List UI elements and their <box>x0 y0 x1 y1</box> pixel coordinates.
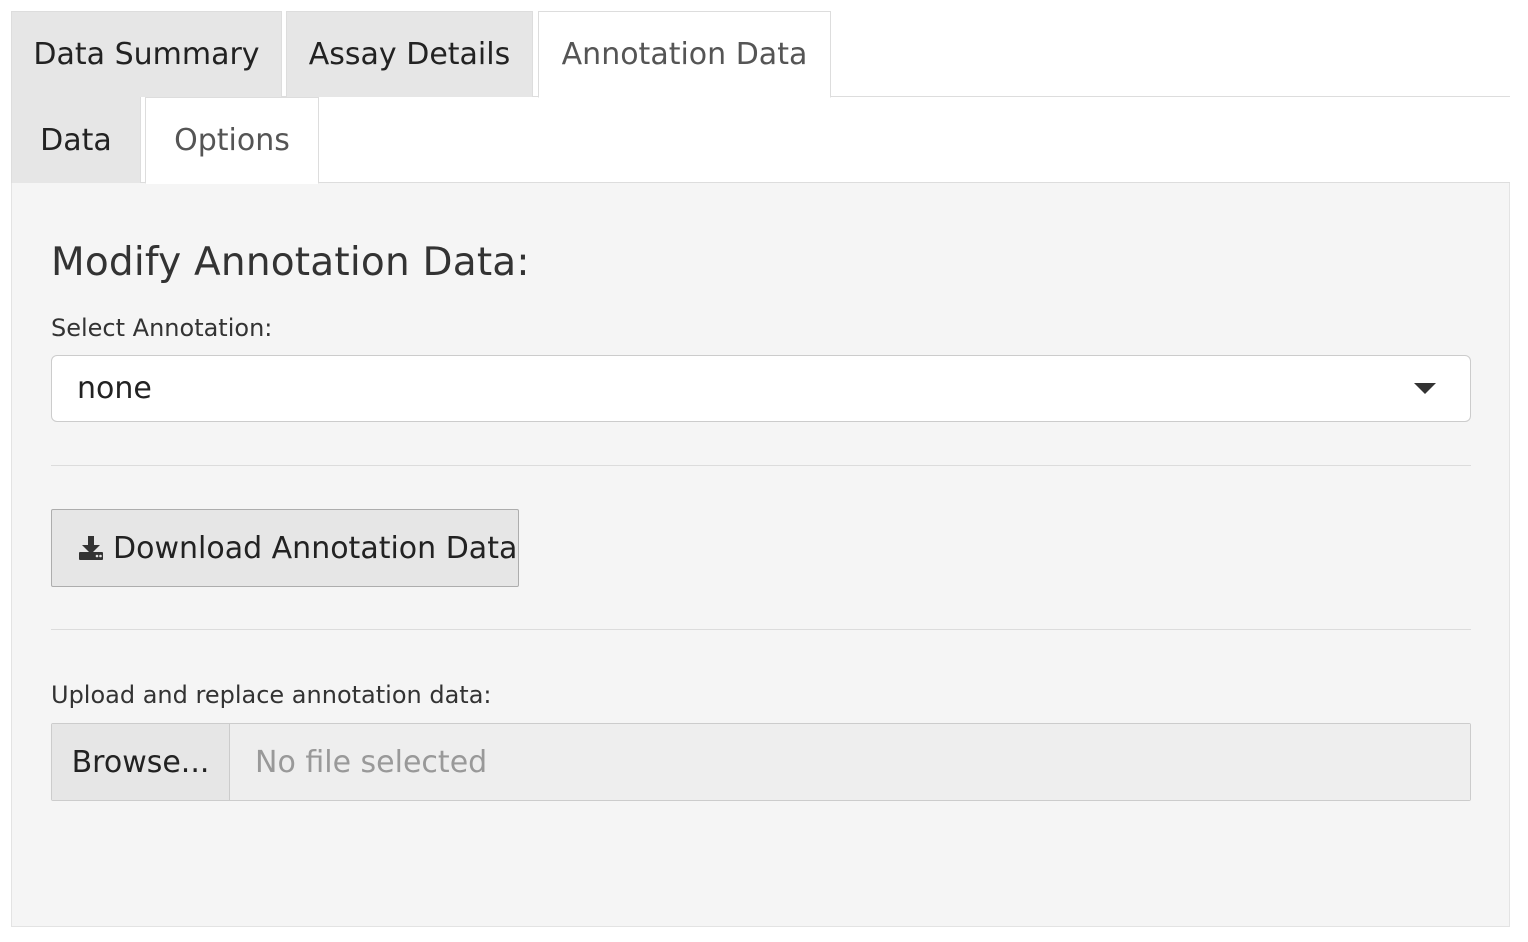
panel-heading: Modify Annotation Data: <box>51 240 530 285</box>
browse-button[interactable]: Browse... <box>52 724 230 800</box>
tab-label: Data <box>40 122 112 158</box>
chevron-down-icon <box>1414 383 1436 394</box>
sub-tab-bar: Data Options <box>11 97 1510 184</box>
select-annotation-value: none <box>77 371 152 406</box>
download-icon <box>76 533 106 563</box>
tab-label: Data Summary <box>33 37 260 72</box>
file-placeholder: No file selected <box>255 744 488 780</box>
browse-button-label: Browse... <box>71 744 210 780</box>
download-button-label: Download Annotation Data <box>113 530 518 566</box>
tab-label: Annotation Data <box>561 37 808 72</box>
upload-label: Upload and replace annotation data: <box>51 681 492 709</box>
file-upload-input[interactable]: Browse... No file selected <box>51 723 1471 801</box>
tab-annotation-data[interactable]: Annotation Data <box>538 11 831 98</box>
tab-label: Assay Details <box>308 37 511 72</box>
annotation-options-panel: Modify Annotation Data: Select Annotatio… <box>11 183 1510 927</box>
tab-label: Options <box>174 123 290 158</box>
tab-data-summary[interactable]: Data Summary <box>11 11 282 97</box>
tab-options[interactable]: Options <box>145 97 319 184</box>
tab-assay-details[interactable]: Assay Details <box>286 11 533 97</box>
divider <box>51 465 1471 466</box>
file-name-display[interactable]: No file selected <box>230 724 1470 800</box>
main-tab-bar: Data Summary Assay Details Annotation Da… <box>11 11 1510 98</box>
divider <box>51 629 1471 630</box>
download-annotation-button[interactable]: Download Annotation Data <box>51 509 519 587</box>
select-annotation-dropdown[interactable]: none <box>51 355 1471 422</box>
tab-data[interactable]: Data <box>11 97 141 183</box>
select-annotation-label: Select Annotation: <box>51 314 273 342</box>
